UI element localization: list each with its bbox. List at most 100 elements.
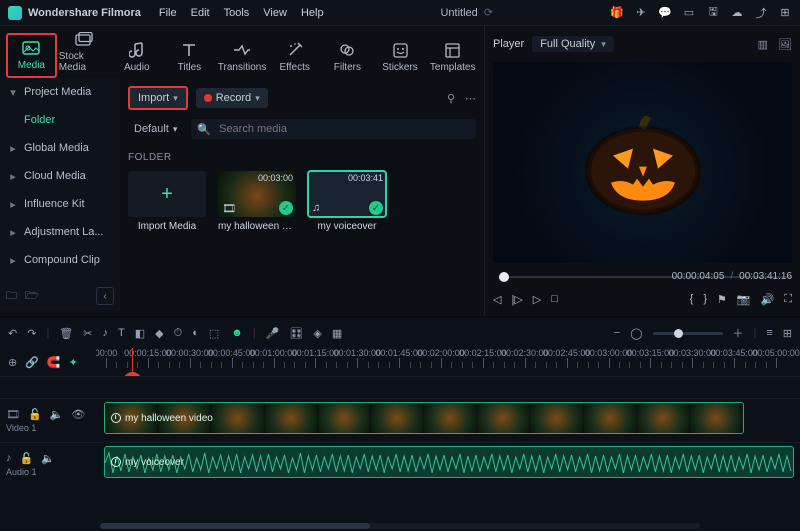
track-lanes[interactable]: my halloween video my voiceover: [96, 376, 800, 521]
mask-icon[interactable]: ⬚: [209, 327, 219, 340]
magnet-icon[interactable]: 🧲: [47, 356, 61, 369]
sidebar-item-adjustment-layer[interactable]: ▸Adjustment La...: [0, 218, 120, 246]
tab-effects[interactable]: Effects: [269, 37, 320, 78]
play-button[interactable]: ▷: [533, 293, 541, 306]
tab-audio[interactable]: Audio: [111, 37, 162, 78]
preview-viewport[interactable]: [493, 62, 792, 263]
collapse-sidebar-button[interactable]: ‹: [96, 287, 114, 305]
progress-handle[interactable]: [499, 272, 509, 282]
prev-frame-button[interactable]: ◁: [493, 293, 501, 306]
search-input[interactable]: [217, 122, 470, 136]
mic-icon[interactable]: 🎤: [266, 327, 280, 340]
record-button[interactable]: Record ▾: [196, 88, 268, 108]
zoom-slider[interactable]: [653, 332, 723, 335]
track-link-icon[interactable]: 🔗: [25, 356, 39, 369]
search-field[interactable]: 🔍: [191, 119, 476, 139]
redo-button[interactable]: ↷: [27, 327, 36, 340]
menu-help[interactable]: Help: [301, 7, 324, 19]
tab-filters[interactable]: Filters: [322, 37, 373, 78]
playhead[interactable]: ✂: [132, 348, 133, 376]
thumb-audio-1[interactable]: 00:03:41 ♫ ✓ my voiceover: [308, 171, 386, 232]
text-tool-icon[interactable]: T: [118, 327, 125, 339]
tab-stock-media[interactable]: Stock Media: [59, 26, 110, 78]
stickers-icon: [391, 41, 409, 59]
speed-icon[interactable]: ⏱: [174, 327, 183, 340]
audio-tool-icon[interactable]: ♪: [102, 327, 108, 339]
sidebar-item-cloud-media[interactable]: ▸Cloud Media: [0, 162, 120, 190]
zoom-in-button[interactable]: ＋: [733, 325, 744, 341]
sidebar-item-influence-kit[interactable]: ▸Influence Kit: [0, 190, 120, 218]
track-head-video1[interactable]: 🎞 🔓 🔈 👁 Video 1: [0, 398, 96, 442]
undo-button[interactable]: ↶: [8, 327, 17, 340]
step-back-button[interactable]: |▷: [511, 293, 522, 306]
mute-icon[interactable]: 🔈: [41, 452, 55, 465]
quality-dropdown[interactable]: Full Quality ▾: [532, 36, 614, 52]
monitor-icon[interactable]: ▭: [682, 6, 696, 20]
color-icon[interactable]: ◐: [192, 327, 199, 339]
ruler-label: 00:00:30:00: [166, 348, 214, 358]
thumb-video-1[interactable]: 00:03:00 🎞 ✓ my halloween vi...: [218, 171, 296, 232]
stop-button[interactable]: □: [551, 293, 558, 305]
scrollbar-thumb[interactable]: [100, 523, 370, 529]
more-icon[interactable]: ⋯: [465, 92, 476, 105]
clip-video-1[interactable]: my halloween video: [104, 402, 744, 434]
fullscreen-icon[interactable]: ⛶: [784, 293, 792, 306]
lock-icon[interactable]: 🔓: [20, 452, 34, 465]
timeline-layout-icon[interactable]: ⊞: [783, 327, 792, 340]
thumb-import-media[interactable]: + Import Media: [128, 171, 206, 232]
export-icon[interactable]: ⤴: [754, 6, 768, 20]
track-options-icon[interactable]: ✦: [69, 356, 78, 369]
zoom-out-button[interactable]: −: [614, 327, 620, 339]
compare-view-icon[interactable]: ▥: [758, 38, 768, 51]
ai-button[interactable]: ☻: [231, 327, 243, 339]
messages-icon[interactable]: 💬: [658, 6, 672, 20]
zoom-circle-icon[interactable]: ◯: [630, 327, 642, 340]
new-folder-icon[interactable]: 🗀: [6, 287, 17, 306]
delete-button[interactable]: 🗑: [59, 327, 73, 340]
ruler-label: 00:01:00:00: [250, 348, 298, 358]
sidebar-item-compound-clip[interactable]: ▸Compound Clip: [0, 246, 120, 274]
render-icon[interactable]: ▦: [332, 327, 342, 340]
volume-icon[interactable]: 🔊: [761, 293, 775, 306]
visibility-icon[interactable]: 👁: [71, 408, 85, 421]
mark-in-button[interactable]: {: [690, 293, 694, 305]
sort-dropdown[interactable]: Default ▾: [128, 120, 183, 138]
tab-transitions[interactable]: Transitions: [217, 37, 268, 78]
menu-file[interactable]: File: [159, 7, 177, 19]
sidebar-item-global-media[interactable]: ▸Global Media: [0, 134, 120, 162]
clip-audio-1[interactable]: my voiceover: [104, 446, 794, 478]
cloud-icon[interactable]: ☁: [730, 6, 744, 20]
save-icon[interactable]: 🖫: [706, 6, 720, 20]
track-add-icon[interactable]: ⊕: [8, 356, 17, 369]
new-bin-icon[interactable]: 🗁: [25, 287, 39, 306]
timeline-settings-icon[interactable]: ≡: [766, 327, 772, 339]
mark-out-button[interactable]: }: [703, 293, 707, 305]
marker-icon[interactable]: ⚑: [717, 293, 727, 306]
marker-add-icon[interactable]: ◈: [313, 327, 321, 340]
timeline-ruler[interactable]: 00:0000:00:15:0000:00:30:0000:00:45:0000…: [96, 348, 800, 376]
mute-icon[interactable]: 🔈: [50, 408, 64, 421]
tab-stickers[interactable]: Stickers: [375, 37, 426, 78]
snapshot-icon[interactable]: 🖼: [778, 38, 792, 51]
grid-icon[interactable]: ⊞: [778, 6, 792, 20]
tab-titles[interactable]: Titles: [164, 37, 215, 78]
crop-tool-icon[interactable]: ◧: [135, 327, 145, 340]
keyframe-icon[interactable]: ◆: [155, 327, 163, 340]
gift-icon[interactable]: 🎁: [610, 6, 624, 20]
track-head-audio1[interactable]: ♪ 🔓 🔈 Audio 1: [0, 442, 96, 486]
menu-edit[interactable]: Edit: [191, 7, 210, 19]
camera-icon[interactable]: 📷: [737, 293, 751, 306]
filter-icon[interactable]: ⚲: [447, 92, 455, 105]
menu-view[interactable]: View: [263, 7, 287, 19]
sidebar-item-folder[interactable]: Folder: [0, 106, 120, 134]
timeline-scrollbar[interactable]: [0, 521, 800, 531]
tab-media[interactable]: Media: [6, 33, 57, 78]
mixer-icon[interactable]: 🎛: [289, 327, 303, 340]
send-icon[interactable]: ✈: [634, 6, 648, 20]
sidebar-item-project-media[interactable]: ▾Project Media: [0, 78, 120, 106]
menu-tools[interactable]: Tools: [224, 7, 250, 19]
import-button[interactable]: Import ▾: [128, 86, 188, 110]
lock-icon[interactable]: 🔓: [28, 408, 42, 421]
split-button[interactable]: ✂: [83, 327, 92, 340]
tab-templates[interactable]: Templates: [427, 37, 478, 78]
